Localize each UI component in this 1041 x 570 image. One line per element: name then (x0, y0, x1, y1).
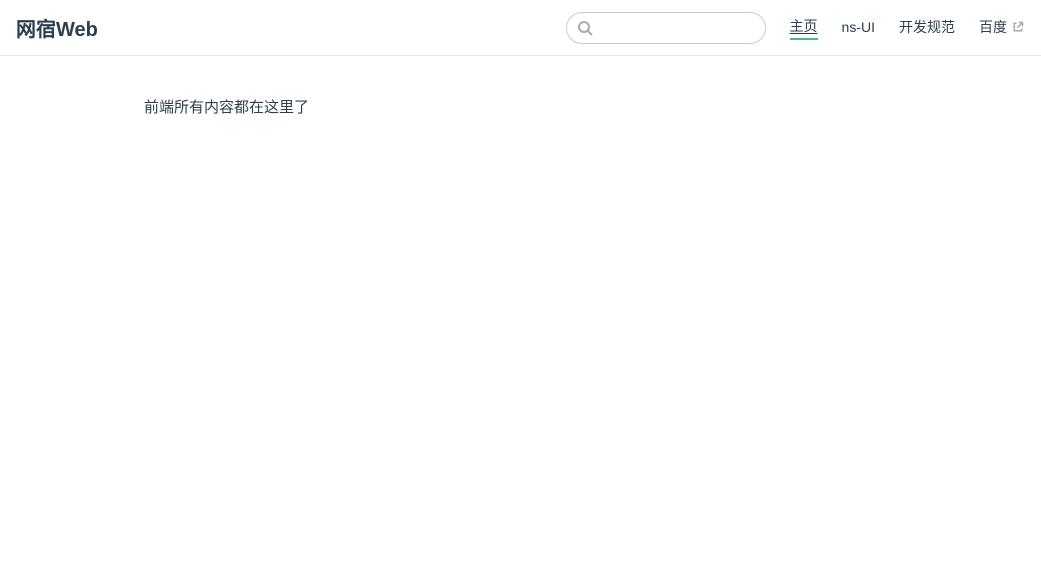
nav-item-label: 开发规范 (899, 17, 955, 37)
nav-item-dev-spec[interactable]: 开发规范 (899, 17, 955, 39)
search-icon (577, 20, 593, 36)
nav-item-baidu[interactable]: 百度 (979, 17, 1025, 39)
nav-item-label: 百度 (979, 17, 1007, 37)
brand-title: 网宿Web (16, 13, 98, 42)
external-link-icon (1011, 20, 1025, 34)
nav-item-home[interactable]: 主页 (790, 16, 818, 40)
nav-item-label: ns-UI (842, 19, 875, 35)
main-content: 前端所有内容都在这里了 (0, 56, 1041, 117)
header-right: 主页 ns-UI 开发规范 百度 (566, 12, 1025, 44)
header: 网宿Web 主页 ns-UI 开发规范 百度 (0, 0, 1041, 56)
intro-text: 前端所有内容都在这里了 (144, 96, 1041, 117)
nav-item-ns-ui[interactable]: ns-UI (842, 19, 875, 37)
search-input[interactable] (599, 20, 780, 36)
nav-item-label: 主页 (790, 16, 818, 36)
nav: 主页 ns-UI 开发规范 百度 (790, 16, 1025, 40)
search-box[interactable] (566, 12, 766, 44)
